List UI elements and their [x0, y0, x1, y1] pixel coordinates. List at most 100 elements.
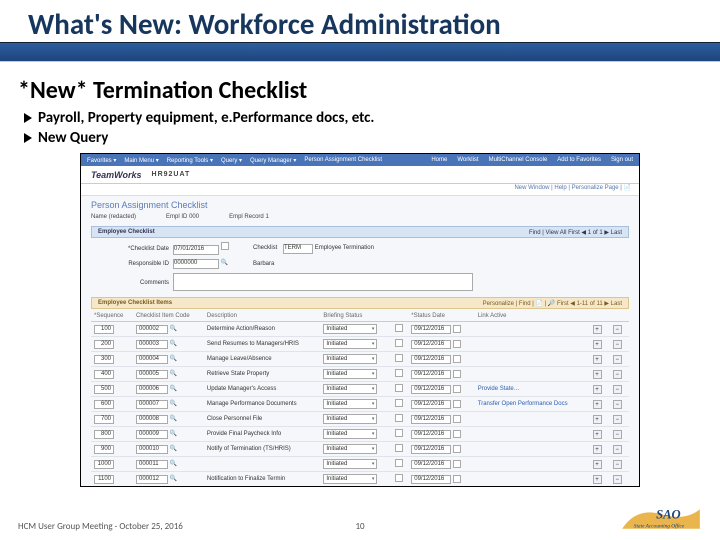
calendar-icon[interactable]: [453, 355, 461, 363]
status-select[interactable]: Initiated: [323, 414, 377, 424]
status-select[interactable]: Initiated: [323, 474, 377, 484]
nav-home[interactable]: Home: [431, 157, 447, 163]
status-date-input[interactable]: 09/12/2016: [411, 445, 451, 454]
sequence-input[interactable]: 700: [94, 415, 114, 424]
status-select[interactable]: Initiated: [323, 384, 377, 394]
sequence-input[interactable]: 600: [94, 400, 114, 409]
delete-row-button[interactable]: −: [613, 475, 622, 484]
add-row-button[interactable]: +: [593, 355, 602, 364]
status-select[interactable]: Initiated: [323, 399, 377, 409]
status-checkbox[interactable]: [395, 399, 403, 407]
nav-item[interactable]: Reporting Tools ▾: [167, 157, 213, 164]
add-row-button[interactable]: +: [593, 400, 602, 409]
nav-item[interactable]: Query Manager ▾: [250, 157, 296, 164]
checklist-date-input[interactable]: 07/01/2016: [173, 245, 219, 255]
responsible-input[interactable]: 0000000: [173, 259, 219, 269]
status-select[interactable]: Initiated: [323, 429, 377, 439]
lookup-icon[interactable]: 🔍: [170, 371, 177, 377]
status-date-input[interactable]: 09/12/2016: [411, 370, 451, 379]
calendar-icon[interactable]: [453, 370, 461, 378]
delete-row-button[interactable]: −: [613, 460, 622, 469]
sequence-input[interactable]: 1100: [94, 475, 114, 484]
link-cell[interactable]: Transfer Open Performance Docs: [475, 397, 589, 412]
status-checkbox[interactable]: [395, 354, 403, 362]
item-code-input[interactable]: 000007: [136, 400, 168, 409]
add-row-button[interactable]: +: [593, 370, 602, 379]
item-code-input[interactable]: 000011: [136, 460, 168, 469]
lookup-icon[interactable]: 🔍: [170, 416, 177, 422]
add-row-button[interactable]: +: [593, 415, 602, 424]
status-checkbox[interactable]: [395, 459, 403, 467]
delete-row-button[interactable]: −: [613, 355, 622, 364]
lookup-icon[interactable]: 🔍: [221, 260, 228, 266]
sequence-input[interactable]: 800: [94, 430, 114, 439]
link-cell[interactable]: Provide State…: [475, 382, 589, 397]
lookup-icon[interactable]: 🔍: [170, 326, 177, 332]
status-select[interactable]: Initiated: [323, 459, 377, 469]
calendar-icon[interactable]: [453, 325, 461, 333]
sequence-input[interactable]: 300: [94, 355, 114, 364]
lookup-icon[interactable]: 🔍: [170, 446, 177, 452]
status-date-input[interactable]: 09/12/2016: [411, 415, 451, 424]
comments-input[interactable]: [173, 273, 473, 291]
sequence-input[interactable]: 500: [94, 385, 114, 394]
delete-row-button[interactable]: −: [613, 415, 622, 424]
calendar-icon[interactable]: [453, 460, 461, 468]
status-date-input[interactable]: 09/12/2016: [411, 400, 451, 409]
item-code-input[interactable]: 000009: [136, 430, 168, 439]
status-checkbox[interactable]: [395, 384, 403, 392]
calendar-icon[interactable]: [453, 445, 461, 453]
delete-row-button[interactable]: −: [613, 400, 622, 409]
calendar-icon[interactable]: [453, 340, 461, 348]
calendar-icon[interactable]: [453, 415, 461, 423]
item-code-input[interactable]: 000004: [136, 355, 168, 364]
status-date-input[interactable]: 09/12/2016: [411, 385, 451, 394]
sequence-input[interactable]: 400: [94, 370, 114, 379]
sequence-input[interactable]: 100: [94, 325, 114, 334]
item-code-input[interactable]: 000008: [136, 415, 168, 424]
add-row-button[interactable]: +: [593, 325, 602, 334]
calendar-icon[interactable]: [453, 430, 461, 438]
nav-mcc[interactable]: MultiChannel Console: [489, 157, 548, 163]
status-select[interactable]: Initiated: [323, 444, 377, 454]
lookup-icon[interactable]: 🔍: [170, 476, 177, 482]
calendar-icon[interactable]: [453, 385, 461, 393]
status-checkbox[interactable]: [395, 414, 403, 422]
bar-pager[interactable]: Find | View All First ◀ 1 of 1 ▶ Last: [529, 229, 622, 236]
status-date-input[interactable]: 09/12/2016: [411, 475, 451, 484]
status-date-input[interactable]: 09/12/2016: [411, 340, 451, 349]
delete-row-button[interactable]: −: [613, 325, 622, 334]
nav-favorites[interactable]: Add to Favorites: [557, 157, 601, 163]
add-row-button[interactable]: +: [593, 430, 602, 439]
status-date-input[interactable]: 09/12/2016: [411, 430, 451, 439]
lookup-icon[interactable]: 🔍: [170, 341, 177, 347]
sequence-input[interactable]: 1000: [94, 460, 114, 469]
add-row-button[interactable]: +: [593, 445, 602, 454]
add-row-button[interactable]: +: [593, 340, 602, 349]
status-checkbox[interactable]: [395, 444, 403, 452]
status-checkbox[interactable]: [395, 429, 403, 437]
checklist-input[interactable]: TERM: [283, 244, 313, 254]
nav-item[interactable]: Favorites ▾: [87, 157, 116, 164]
item-code-input[interactable]: 000002: [136, 325, 168, 334]
page-tools[interactable]: New Window | Help | Personalize Page | 📄: [81, 184, 639, 196]
status-checkbox[interactable]: [395, 324, 403, 332]
calendar-icon[interactable]: [221, 242, 229, 250]
status-date-input[interactable]: 09/12/2016: [411, 355, 451, 364]
delete-row-button[interactable]: −: [613, 445, 622, 454]
nav-worklist[interactable]: Worklist: [457, 157, 478, 163]
lookup-icon[interactable]: 🔍: [170, 461, 177, 467]
status-checkbox[interactable]: [395, 369, 403, 377]
delete-row-button[interactable]: −: [613, 430, 622, 439]
item-code-input[interactable]: 000012: [136, 475, 168, 484]
lookup-icon[interactable]: 🔍: [170, 356, 177, 362]
nav-item[interactable]: Person Assignment Checklist: [304, 157, 382, 164]
status-select[interactable]: Initiated: [323, 354, 377, 364]
add-row-button[interactable]: +: [593, 475, 602, 484]
nav-signout[interactable]: Sign out: [611, 157, 633, 163]
nav-item[interactable]: Main Menu ▾: [124, 157, 158, 164]
nav-item[interactable]: Query ▾: [221, 157, 242, 164]
status-checkbox[interactable]: [395, 474, 403, 482]
calendar-icon[interactable]: [453, 400, 461, 408]
lookup-icon[interactable]: 🔍: [170, 386, 177, 392]
